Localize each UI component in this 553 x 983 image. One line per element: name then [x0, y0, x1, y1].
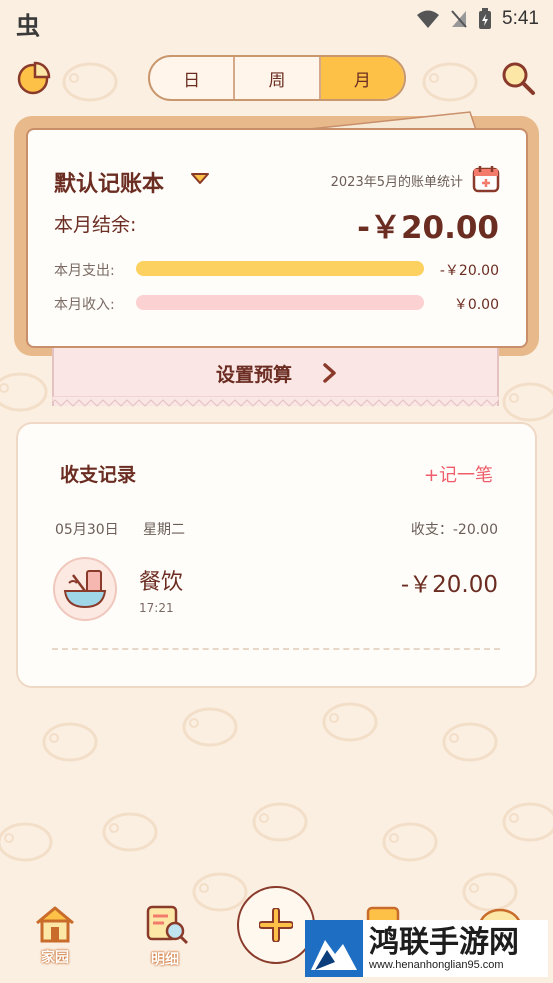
income-label: 本月收入:: [54, 297, 115, 313]
nav-detail-label: 明细: [151, 952, 179, 968]
group-date: 05月30日: [55, 522, 119, 538]
set-budget-label: 设置预算: [216, 364, 293, 386]
watermark-logo: [305, 920, 363, 977]
expense-label: 本月支出:: [54, 263, 115, 279]
add-record-link[interactable]: +记一笔: [424, 461, 493, 487]
no-signal-icon: [451, 10, 467, 28]
app-notification-icon: 虫: [16, 12, 40, 40]
income-bar-track: [136, 295, 424, 310]
balance-label: 本月结余:: [54, 214, 137, 236]
watermark: 鸿联手游网 www.henanhonglian95.com: [305, 920, 548, 977]
divider: [52, 648, 500, 650]
nav-detail[interactable]: 明细: [135, 905, 195, 969]
group-total: 收支：-20.00: [410, 522, 498, 538]
status-bar: 虫 5:41: [0, 0, 553, 40]
period-switch: 日 周 月: [148, 55, 406, 101]
watermark-url: www.henanhonglian95.com: [369, 958, 504, 971]
wifi-icon: [417, 10, 440, 28]
watermark-title: 鸿联手游网: [369, 924, 519, 960]
nav-home[interactable]: 家园: [25, 905, 85, 967]
record-time: 17:21: [139, 601, 174, 615]
add-record-fab[interactable]: [237, 886, 315, 964]
account-book-title[interactable]: 默认记账本: [54, 166, 164, 198]
record-category: 餐饮: [139, 570, 184, 595]
search-icon[interactable]: [500, 60, 536, 96]
tab-month[interactable]: 月: [320, 57, 404, 99]
food-bowl-icon: [53, 557, 117, 621]
house-icon: [36, 906, 74, 943]
plus-icon: [259, 908, 293, 942]
zigzag-edge: [52, 396, 499, 407]
balance-value: -￥20.00: [357, 210, 499, 246]
expense-bar-track: [136, 261, 424, 276]
nav-home-label: 家园: [41, 950, 69, 966]
battery-charging-icon: [479, 8, 492, 29]
tab-week[interactable]: 周: [235, 57, 321, 99]
calendar-add-icon[interactable]: [472, 165, 500, 193]
expense-bar: [136, 261, 424, 276]
bill-stat-title: 2023年5月的账单统计: [330, 175, 463, 190]
tab-day[interactable]: 日: [150, 57, 236, 99]
chevron-right-icon: [323, 363, 336, 383]
record-amount: -￥20.00: [400, 572, 498, 598]
clock: 5:41: [502, 8, 539, 29]
income-value: ￥0.00: [453, 297, 499, 313]
list-magnifier-icon: [146, 905, 189, 945]
expense-value: -￥20.00: [439, 263, 499, 279]
caret-down-icon[interactable]: [190, 170, 210, 186]
income-bar: [136, 295, 424, 310]
group-weekday: 星期二: [143, 522, 185, 538]
pie-chart-icon[interactable]: [16, 60, 52, 96]
records-title: 收支记录: [60, 464, 137, 486]
